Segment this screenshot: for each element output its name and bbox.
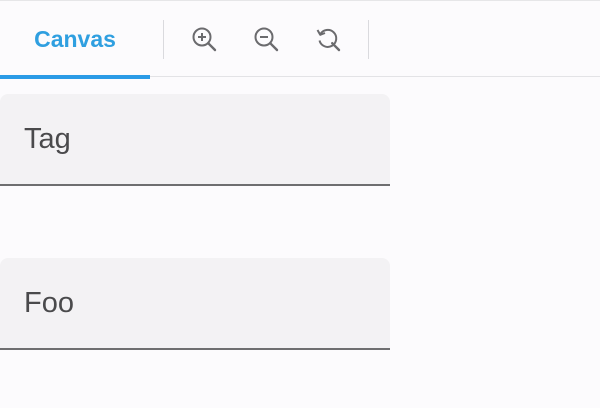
foo-field-value: Foo xyxy=(24,286,74,319)
reset-zoom-button[interactable] xyxy=(312,23,344,55)
tab-active-indicator xyxy=(0,75,150,79)
tag-field-value: Tag xyxy=(24,122,71,155)
zoom-out-icon xyxy=(254,27,279,52)
zoom-in-icon xyxy=(192,27,217,52)
toolbar: Canvas xyxy=(0,0,600,79)
toolbar-divider xyxy=(163,20,164,59)
foo-field[interactable]: Foo xyxy=(0,258,390,350)
tab-canvas[interactable]: Canvas xyxy=(0,1,150,79)
zoom-out-button[interactable] xyxy=(250,23,282,55)
zoom-in-button[interactable] xyxy=(188,23,220,55)
tag-field[interactable]: Tag xyxy=(0,94,390,186)
reset-zoom-icon xyxy=(316,28,341,52)
toolbar-divider xyxy=(368,20,369,59)
tab-canvas-label: Canvas xyxy=(34,25,116,52)
app-window: Canvas Tag Foo xyxy=(0,0,600,408)
